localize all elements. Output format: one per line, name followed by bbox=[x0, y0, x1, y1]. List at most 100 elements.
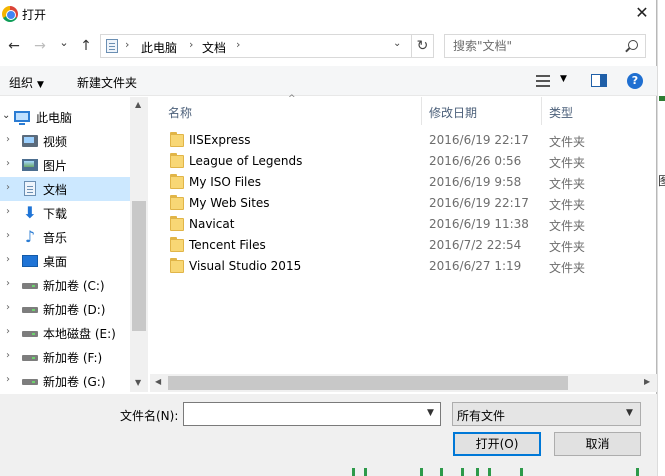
column-divider[interactable] bbox=[541, 97, 542, 125]
scrollbar-thumb[interactable] bbox=[132, 201, 146, 331]
sidebar-item-drive-c[interactable]: › 新加卷 (C:) bbox=[0, 273, 130, 297]
column-header-name[interactable]: 名称 bbox=[168, 104, 192, 121]
breadcrumb-separator[interactable]: › bbox=[189, 38, 193, 51]
chevron-down-icon[interactable]: ⌄ bbox=[2, 110, 10, 121]
file-row[interactable]: My ISO Files 2016/6/19 9:58 文件夹 bbox=[168, 173, 653, 194]
file-name: League of Legends bbox=[189, 154, 303, 168]
chevron-right-icon[interactable]: › bbox=[6, 230, 10, 241]
view-dropdown-button[interactable]: ▼ bbox=[560, 74, 567, 84]
sidebar-item-label: 此电脑 bbox=[36, 111, 73, 125]
breadcrumb-documents[interactable]: 文档 bbox=[202, 39, 226, 56]
chevron-down-icon[interactable]: ▼ bbox=[427, 408, 434, 418]
sidebar-item-drive-g[interactable]: › 新加卷 (G:) bbox=[0, 369, 130, 392]
up-button[interactable]: ↑ bbox=[76, 36, 96, 56]
background-app-strip bbox=[0, 468, 657, 476]
close-button[interactable]: ✕ bbox=[628, 2, 656, 26]
chevron-right-icon[interactable]: › bbox=[6, 278, 10, 289]
breadcrumb-separator[interactable]: › bbox=[236, 38, 240, 51]
filename-combobox[interactable]: ▼ bbox=[183, 402, 441, 426]
file-row[interactable]: League of Legends 2016/6/26 0:56 文件夹 bbox=[168, 152, 653, 173]
file-name: IISExpress bbox=[189, 133, 251, 147]
file-type-filter-select[interactable]: 所有文件 ▼ bbox=[452, 402, 641, 426]
file-list: 名称 ^ 修改日期 类型 IISExpress 2016/6/19 22:17 … bbox=[150, 94, 657, 392]
file-row[interactable]: Navicat 2016/6/19 11:38 文件夹 bbox=[168, 215, 653, 236]
folder-icon bbox=[170, 174, 184, 189]
column-header-type[interactable]: 类型 bbox=[549, 104, 573, 121]
folder-icon bbox=[170, 132, 184, 147]
column-header-modified[interactable]: 修改日期 bbox=[429, 104, 477, 121]
organize-menu[interactable]: 组织 ▼ bbox=[9, 74, 44, 91]
sidebar-item-label: 下载 bbox=[43, 207, 68, 221]
sidebar-item-music[interactable]: › ♪ 音乐 bbox=[0, 225, 130, 249]
sidebar-item-label: 新加卷 (D:) bbox=[43, 303, 106, 317]
filename-input[interactable] bbox=[184, 403, 420, 425]
sidebar-item-documents[interactable]: › 文档 bbox=[0, 177, 130, 201]
folder-icon bbox=[170, 153, 184, 168]
back-button[interactable]: ← bbox=[4, 36, 24, 56]
search-input[interactable] bbox=[445, 35, 625, 57]
address-dropdown-button[interactable]: ⌄ bbox=[393, 38, 401, 49]
navigation-pane-scrollbar[interactable]: ▲ ▼ bbox=[130, 97, 148, 392]
scroll-left-icon[interactable]: ◀ bbox=[155, 377, 161, 386]
sidebar-item-drive-e[interactable]: › 本地磁盘 (E:) bbox=[0, 321, 130, 345]
dialog-title: 打开 bbox=[22, 8, 47, 22]
file-row[interactable]: Tencent Files 2016/7/2 22:54 文件夹 bbox=[168, 236, 653, 257]
new-folder-button[interactable]: 新建文件夹 bbox=[77, 74, 137, 91]
file-row[interactable]: My Web Sites 2016/6/19 22:17 文件夹 bbox=[168, 194, 653, 215]
file-type: 文件夹 bbox=[549, 177, 586, 191]
column-divider[interactable] bbox=[421, 97, 422, 125]
forward-button[interactable]: → bbox=[30, 36, 50, 56]
open-button[interactable]: 打开(O) bbox=[453, 432, 541, 456]
chevron-right-icon[interactable]: › bbox=[6, 182, 10, 193]
drive-icon bbox=[22, 307, 38, 313]
file-type: 文件夹 bbox=[549, 135, 586, 149]
chevron-right-icon[interactable]: › bbox=[6, 206, 10, 217]
sidebar-item-downloads[interactable]: › ⬇ 下载 bbox=[0, 201, 130, 225]
scroll-down-icon[interactable]: ▼ bbox=[135, 378, 141, 387]
organize-label: 组织 bbox=[9, 76, 34, 90]
preview-pane-icon[interactable] bbox=[591, 74, 607, 87]
scroll-right-icon[interactable]: ▶ bbox=[644, 377, 650, 386]
address-bar[interactable]: › 此电脑 › 文档 › ⌄ bbox=[100, 34, 412, 58]
title-bar[interactable]: 打开 ✕ bbox=[0, 0, 657, 30]
sidebar-item-this-pc[interactable]: ⌄ 此电脑 bbox=[0, 105, 130, 129]
file-date: 2016/7/2 22:54 bbox=[429, 238, 522, 252]
help-icon[interactable]: ? bbox=[627, 73, 643, 89]
sidebar-item-desktop[interactable]: › 桌面 bbox=[0, 249, 130, 273]
chevron-right-icon[interactable]: › bbox=[6, 158, 10, 169]
breadcrumb-this-pc[interactable]: 此电脑 bbox=[141, 39, 177, 56]
file-type: 文件夹 bbox=[549, 240, 586, 254]
scroll-up-icon[interactable]: ▲ bbox=[135, 100, 141, 109]
view-options-icon[interactable] bbox=[536, 75, 550, 87]
sidebar-item-drive-f[interactable]: › 新加卷 (F:) bbox=[0, 345, 130, 369]
chevron-right-icon[interactable]: › bbox=[6, 254, 10, 265]
search-icon[interactable] bbox=[628, 40, 638, 50]
download-icon: ⬇ bbox=[23, 203, 37, 222]
file-name: My Web Sites bbox=[189, 196, 270, 210]
file-row[interactable]: IISExpress 2016/6/19 22:17 文件夹 bbox=[168, 131, 653, 152]
background-app-text: 图 bbox=[658, 174, 665, 188]
breadcrumb-separator[interactable]: › bbox=[125, 38, 129, 51]
file-name: Tencent Files bbox=[189, 238, 266, 252]
recent-locations-button[interactable]: ⌄ bbox=[54, 33, 74, 53]
folder-icon bbox=[170, 216, 184, 231]
chevron-right-icon[interactable]: › bbox=[6, 350, 10, 361]
file-row[interactable]: Visual Studio 2015 2016/6/27 1:19 文件夹 bbox=[168, 257, 653, 278]
chevron-right-icon[interactable]: › bbox=[6, 302, 10, 313]
sidebar-item-pictures[interactable]: › 图片 bbox=[0, 153, 130, 177]
chevron-down-icon: ▼ bbox=[37, 80, 44, 90]
chevron-right-icon[interactable]: › bbox=[6, 134, 10, 145]
search-box[interactable] bbox=[444, 34, 646, 58]
file-type: 文件夹 bbox=[549, 156, 586, 170]
sidebar-item-drive-d[interactable]: › 新加卷 (D:) bbox=[0, 297, 130, 321]
sidebar-item-videos[interactable]: › 视频 bbox=[0, 129, 130, 153]
chevron-right-icon[interactable]: › bbox=[6, 374, 10, 385]
cancel-button[interactable]: 取消 bbox=[554, 432, 641, 456]
file-list-horizontal-scrollbar[interactable]: ◀ ▶ bbox=[150, 374, 657, 392]
file-name: My ISO Files bbox=[189, 175, 262, 189]
refresh-button[interactable]: ↻ bbox=[412, 34, 434, 58]
music-icon: ♪ bbox=[24, 227, 36, 246]
chevron-right-icon[interactable]: › bbox=[6, 326, 10, 337]
navigation-bar: ← → ⌄ ↑ › 此电脑 › 文档 › ⌄ ↻ bbox=[0, 32, 657, 60]
scrollbar-thumb[interactable] bbox=[168, 376, 568, 390]
